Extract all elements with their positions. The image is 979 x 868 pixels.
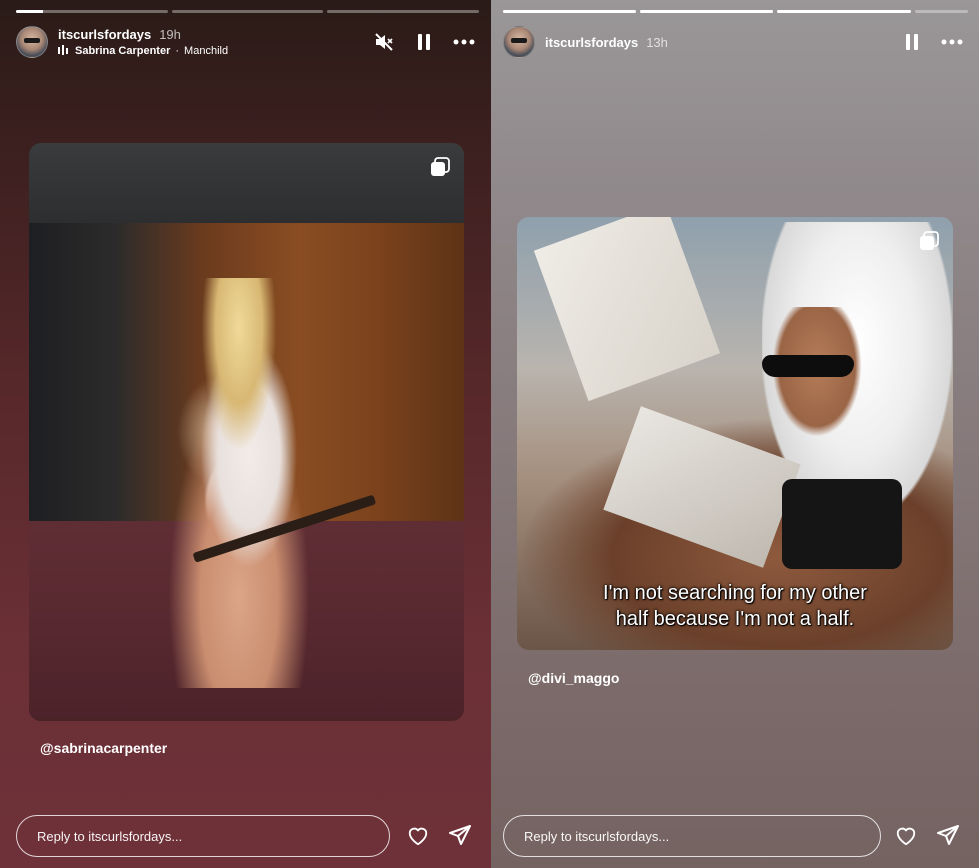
timestamp: 13h <box>646 34 668 50</box>
carousel-icon <box>430 157 450 177</box>
username[interactable]: itscurlsfordays <box>545 35 638 50</box>
music-attribution[interactable]: Sabrina Carpenter · Manchild <box>58 44 229 58</box>
music-track: Manchild <box>184 45 229 57</box>
reply-input[interactable]: Reply to itscurlsfordays... <box>503 815 881 857</box>
timestamp: 19h <box>159 26 181 42</box>
music-separator: · <box>175 45 180 57</box>
progress-segment <box>16 10 168 13</box>
more-icon[interactable] <box>941 31 963 53</box>
post-caption: I'm not searching for my other half beca… <box>517 580 953 632</box>
reply-placeholder: Reply to itscurlsfordays... <box>524 828 670 844</box>
progress-bar <box>16 10 480 13</box>
mention-link[interactable]: @sabrinacarpenter <box>40 740 167 756</box>
photo-detail <box>762 355 854 377</box>
send-icon[interactable] <box>937 825 959 847</box>
progress-segment <box>777 10 911 13</box>
pause-icon[interactable] <box>413 31 435 53</box>
photo-subject <box>149 278 349 688</box>
shared-post-image[interactable]: I'm not searching for my other half beca… <box>517 217 953 650</box>
audio-bars-icon <box>58 44 70 58</box>
story-header: itscurlsfordays 19h Sabrina Carpenter · … <box>16 24 475 60</box>
avatar[interactable] <box>16 26 48 58</box>
story-left[interactable]: itscurlsfordays 19h Sabrina Carpenter · … <box>0 0 491 868</box>
story-header: itscurlsfordays 13h <box>503 24 963 60</box>
progress-bar <box>503 10 968 13</box>
story-meta: itscurlsfordays 13h <box>545 35 668 50</box>
reply-placeholder: Reply to itscurlsfordays... <box>37 828 183 844</box>
story-footer: Reply to itscurlsfordays... <box>16 814 475 858</box>
progress-segment <box>914 10 968 13</box>
story-right[interactable]: itscurlsfordays 13h I'm not searching fo… <box>491 0 979 868</box>
story-meta: itscurlsfordays 19h Sabrina Carpenter · … <box>58 27 228 58</box>
progress-segment <box>171 10 324 13</box>
mention-link[interactable]: @divi_maggo <box>528 670 619 686</box>
music-artist: Sabrina Carpenter <box>75 45 171 57</box>
progress-segment <box>503 10 637 13</box>
photo-detail <box>782 479 902 569</box>
reply-input[interactable]: Reply to itscurlsfordays... <box>16 815 390 857</box>
send-icon[interactable] <box>449 825 471 847</box>
username[interactable]: itscurlsfordays <box>58 27 151 42</box>
carousel-icon <box>919 231 939 251</box>
more-icon[interactable] <box>453 31 475 53</box>
progress-segment <box>640 10 774 13</box>
story-footer: Reply to itscurlsfordays... <box>503 814 963 858</box>
photo-detail <box>533 217 721 402</box>
caption-line: half because I'm not a half. <box>615 608 855 630</box>
photo-region <box>29 143 464 223</box>
heart-icon[interactable] <box>407 825 429 847</box>
caption-line: I'm not searching for my other <box>603 582 867 604</box>
shared-post-image[interactable] <box>29 143 464 721</box>
avatar[interactable] <box>503 26 535 58</box>
pause-icon[interactable] <box>901 31 923 53</box>
muted-speaker-icon[interactable] <box>373 31 395 53</box>
heart-icon[interactable] <box>895 825 917 847</box>
progress-segment <box>327 10 480 13</box>
